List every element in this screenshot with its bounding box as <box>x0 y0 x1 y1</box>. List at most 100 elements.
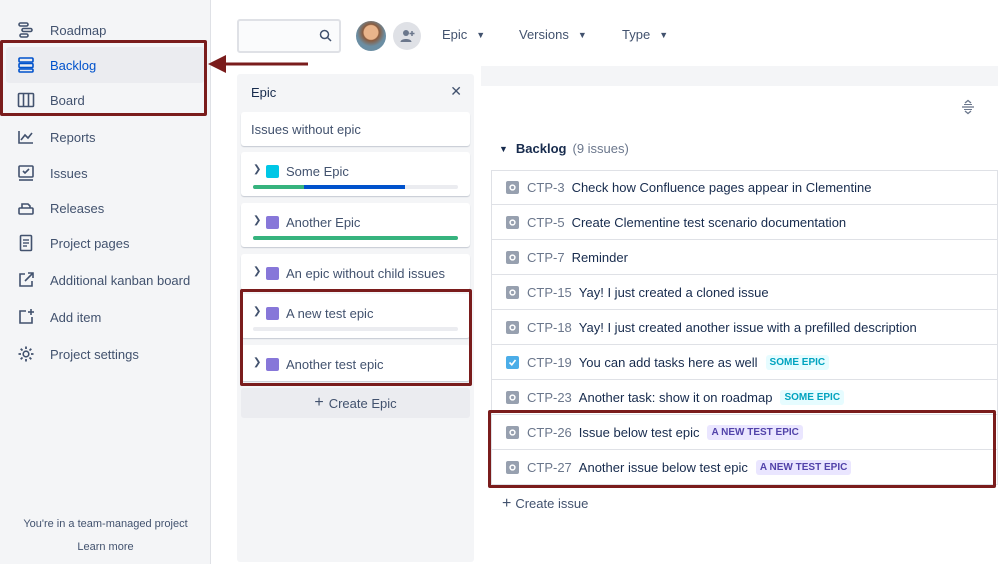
external-link-icon <box>16 270 36 290</box>
epic-lozenge[interactable]: A NEW TEST EPIC <box>755 459 852 475</box>
issue-summary: Reminder <box>571 249 628 265</box>
issue-key[interactable]: CTP-26 <box>527 425 572 440</box>
chevron-down-icon: ▼ <box>476 29 486 40</box>
epic-card-label: Issues without epic <box>251 122 361 137</box>
backlog-issue-row[interactable]: CTP-15 Yay! I just created a cloned issue <box>491 275 998 310</box>
type-filter-dropdown[interactable]: Type ▼ <box>622 27 668 42</box>
sidebar-item-label: Reports <box>50 129 96 145</box>
sidebar-item-label: Project pages <box>50 235 130 251</box>
epic-panel: Epic ✕ Issues without epic ❯ Some Epic ❯… <box>237 74 474 562</box>
collapse-expand-icon[interactable] <box>960 99 976 118</box>
team-managed-note: You're in a team-managed project <box>23 518 188 530</box>
sidebar-item-project-pages[interactable]: Project pages <box>6 225 204 261</box>
issues-without-epic[interactable]: Issues without epic <box>241 112 470 146</box>
issue-type-icon <box>506 285 519 299</box>
backlog-issue-row[interactable]: CTP-7 Reminder <box>491 240 998 275</box>
close-icon[interactable]: ✕ <box>450 83 462 100</box>
sidebar-item-roadmap[interactable]: Roadmap <box>6 12 204 48</box>
issues-icon <box>16 163 36 183</box>
learn-more-link[interactable]: Learn more <box>0 541 211 553</box>
chevron-right-icon[interactable]: ❯ <box>253 266 261 277</box>
sidebar-item-project-settings[interactable]: Project settings <box>6 336 204 372</box>
sidebar-item-add-item[interactable]: Add item <box>6 299 204 335</box>
epic-card-a-new-test-epic[interactable]: ❯ A new test epic <box>241 294 470 338</box>
backlog-issue-count: (9 issues) <box>572 141 629 156</box>
epic-filter-dropdown[interactable]: Epic ▼ <box>442 27 485 42</box>
sidebar-item-backlog[interactable]: Backlog <box>6 47 204 83</box>
issue-summary: Check how Confluence pages appear in Cle… <box>571 180 872 195</box>
epic-lozenge[interactable]: A NEW TEST EPIC <box>707 424 803 440</box>
issue-key[interactable]: CTP-18 <box>527 320 572 335</box>
epic-panel-title: Epic <box>251 85 277 100</box>
releases-icon <box>16 198 36 218</box>
create-issue-button[interactable]: + Create issue <box>502 495 588 513</box>
backlog-icon <box>16 55 36 75</box>
epic-name: An epic without child issues <box>286 266 445 281</box>
epic-lozenge[interactable]: SOME EPIC <box>765 354 830 370</box>
avatar[interactable] <box>356 21 386 51</box>
add-person-icon <box>400 30 415 42</box>
issue-summary: Another task: show it on roadmap <box>578 389 773 405</box>
create-epic-button[interactable]: + Create Epic <box>241 388 470 418</box>
gear-icon <box>16 344 36 364</box>
backlog-issue-row[interactable]: CTP-18 Yay! I just created another issue … <box>491 310 998 345</box>
create-epic-label: Create Epic <box>328 395 397 411</box>
arrow-pointer-icon <box>208 55 308 73</box>
epic-card-some-epic[interactable]: ❯ Some Epic <box>241 152 470 196</box>
plus-icon: + <box>502 495 512 512</box>
backlog-header[interactable]: ▼ Backlog (9 issues) <box>499 141 629 156</box>
issue-key[interactable]: CTP-27 <box>527 460 572 475</box>
issue-summary: Yay! I just created a cloned issue <box>578 284 769 300</box>
epic-color-swatch <box>266 358 279 371</box>
backlog-issue-row[interactable]: CTP-26 Issue below test epic A NEW TEST EP… <box>491 415 998 450</box>
sidebar-item-reports[interactable]: Reports <box>6 119 204 155</box>
issue-key[interactable]: CTP-5 <box>527 215 565 230</box>
sidebar-item-additional-kanban-board[interactable]: Additional kanban board <box>6 262 204 298</box>
epic-card-epic-without-child-issues[interactable]: ❯ An epic without child issues <box>241 254 470 290</box>
backlog-issue-row[interactable]: CTP-5 Create Clementine test scenario doc… <box>491 205 998 240</box>
sidebar-item-board[interactable]: Board <box>6 82 204 118</box>
issue-key[interactable]: CTP-23 <box>527 390 572 405</box>
epic-card-another-epic[interactable]: ❯ Another Epic <box>241 203 470 247</box>
chevron-right-icon[interactable]: ❯ <box>253 306 261 317</box>
issue-key[interactable]: CTP-15 <box>527 285 572 300</box>
sidebar-item-issues[interactable]: Issues <box>6 155 204 191</box>
chevron-right-icon[interactable]: ❯ <box>253 215 261 226</box>
sidebar-item-label: Additional kanban board <box>50 272 191 288</box>
search-input[interactable] <box>237 19 341 53</box>
chevron-down-icon: ▼ <box>577 29 587 40</box>
backlog-issue-row[interactable]: CTP-19 You can add tasks here as well SOME… <box>491 345 998 380</box>
backlog-issue-row[interactable]: CTP-23 Another task: show it on roadmap SO… <box>491 380 998 415</box>
issue-summary: Create Clementine test scenario document… <box>571 214 847 230</box>
epic-lozenge[interactable]: SOME EPIC <box>780 389 845 405</box>
versions-filter-dropdown[interactable]: Versions ▼ <box>519 27 587 42</box>
board-icon <box>16 90 36 110</box>
chevron-right-icon[interactable]: ❯ <box>253 357 261 368</box>
issue-key[interactable]: CTP-19 <box>527 355 572 370</box>
sidebar-item-label: Board <box>50 92 85 108</box>
chevron-right-icon[interactable]: ❯ <box>253 164 261 175</box>
epic-progress-bar <box>253 236 458 240</box>
add-people-button[interactable] <box>393 22 421 50</box>
epic-progress-bar <box>253 327 458 331</box>
backlog-issue-row[interactable]: CTP-3 Check how Confluence pages appear i… <box>491 170 998 205</box>
sidebar-item-label: Roadmap <box>50 22 107 38</box>
backlog-issue-row[interactable]: CTP-27 Another issue below test epic A NEW… <box>491 450 998 485</box>
issue-summary: Yay! I just created another issue with a… <box>578 319 917 335</box>
backlog-title: Backlog <box>515 141 567 156</box>
add-item-icon <box>16 307 36 327</box>
task-checkbox-icon <box>506 355 519 369</box>
issue-summary: You can add tasks here as well <box>578 354 758 370</box>
issue-key[interactable]: CTP-7 <box>527 250 565 265</box>
roadmap-icon <box>16 20 36 40</box>
issue-key[interactable]: CTP-3 <box>527 180 565 195</box>
chevron-down-icon: ▼ <box>499 143 508 154</box>
epic-color-swatch <box>266 307 279 320</box>
epic-card-another-test-epic[interactable]: ❯ Another test epic <box>241 345 470 381</box>
project-sidebar: Roadmap Backlog Board Reports Issues Rel… <box>0 0 211 564</box>
epic-name: Another Epic <box>286 215 361 230</box>
issue-type-icon <box>506 320 519 334</box>
epic-name: Some Epic <box>286 164 349 179</box>
filter-label: Epic <box>442 27 468 42</box>
sidebar-item-releases[interactable]: Releases <box>6 190 204 226</box>
